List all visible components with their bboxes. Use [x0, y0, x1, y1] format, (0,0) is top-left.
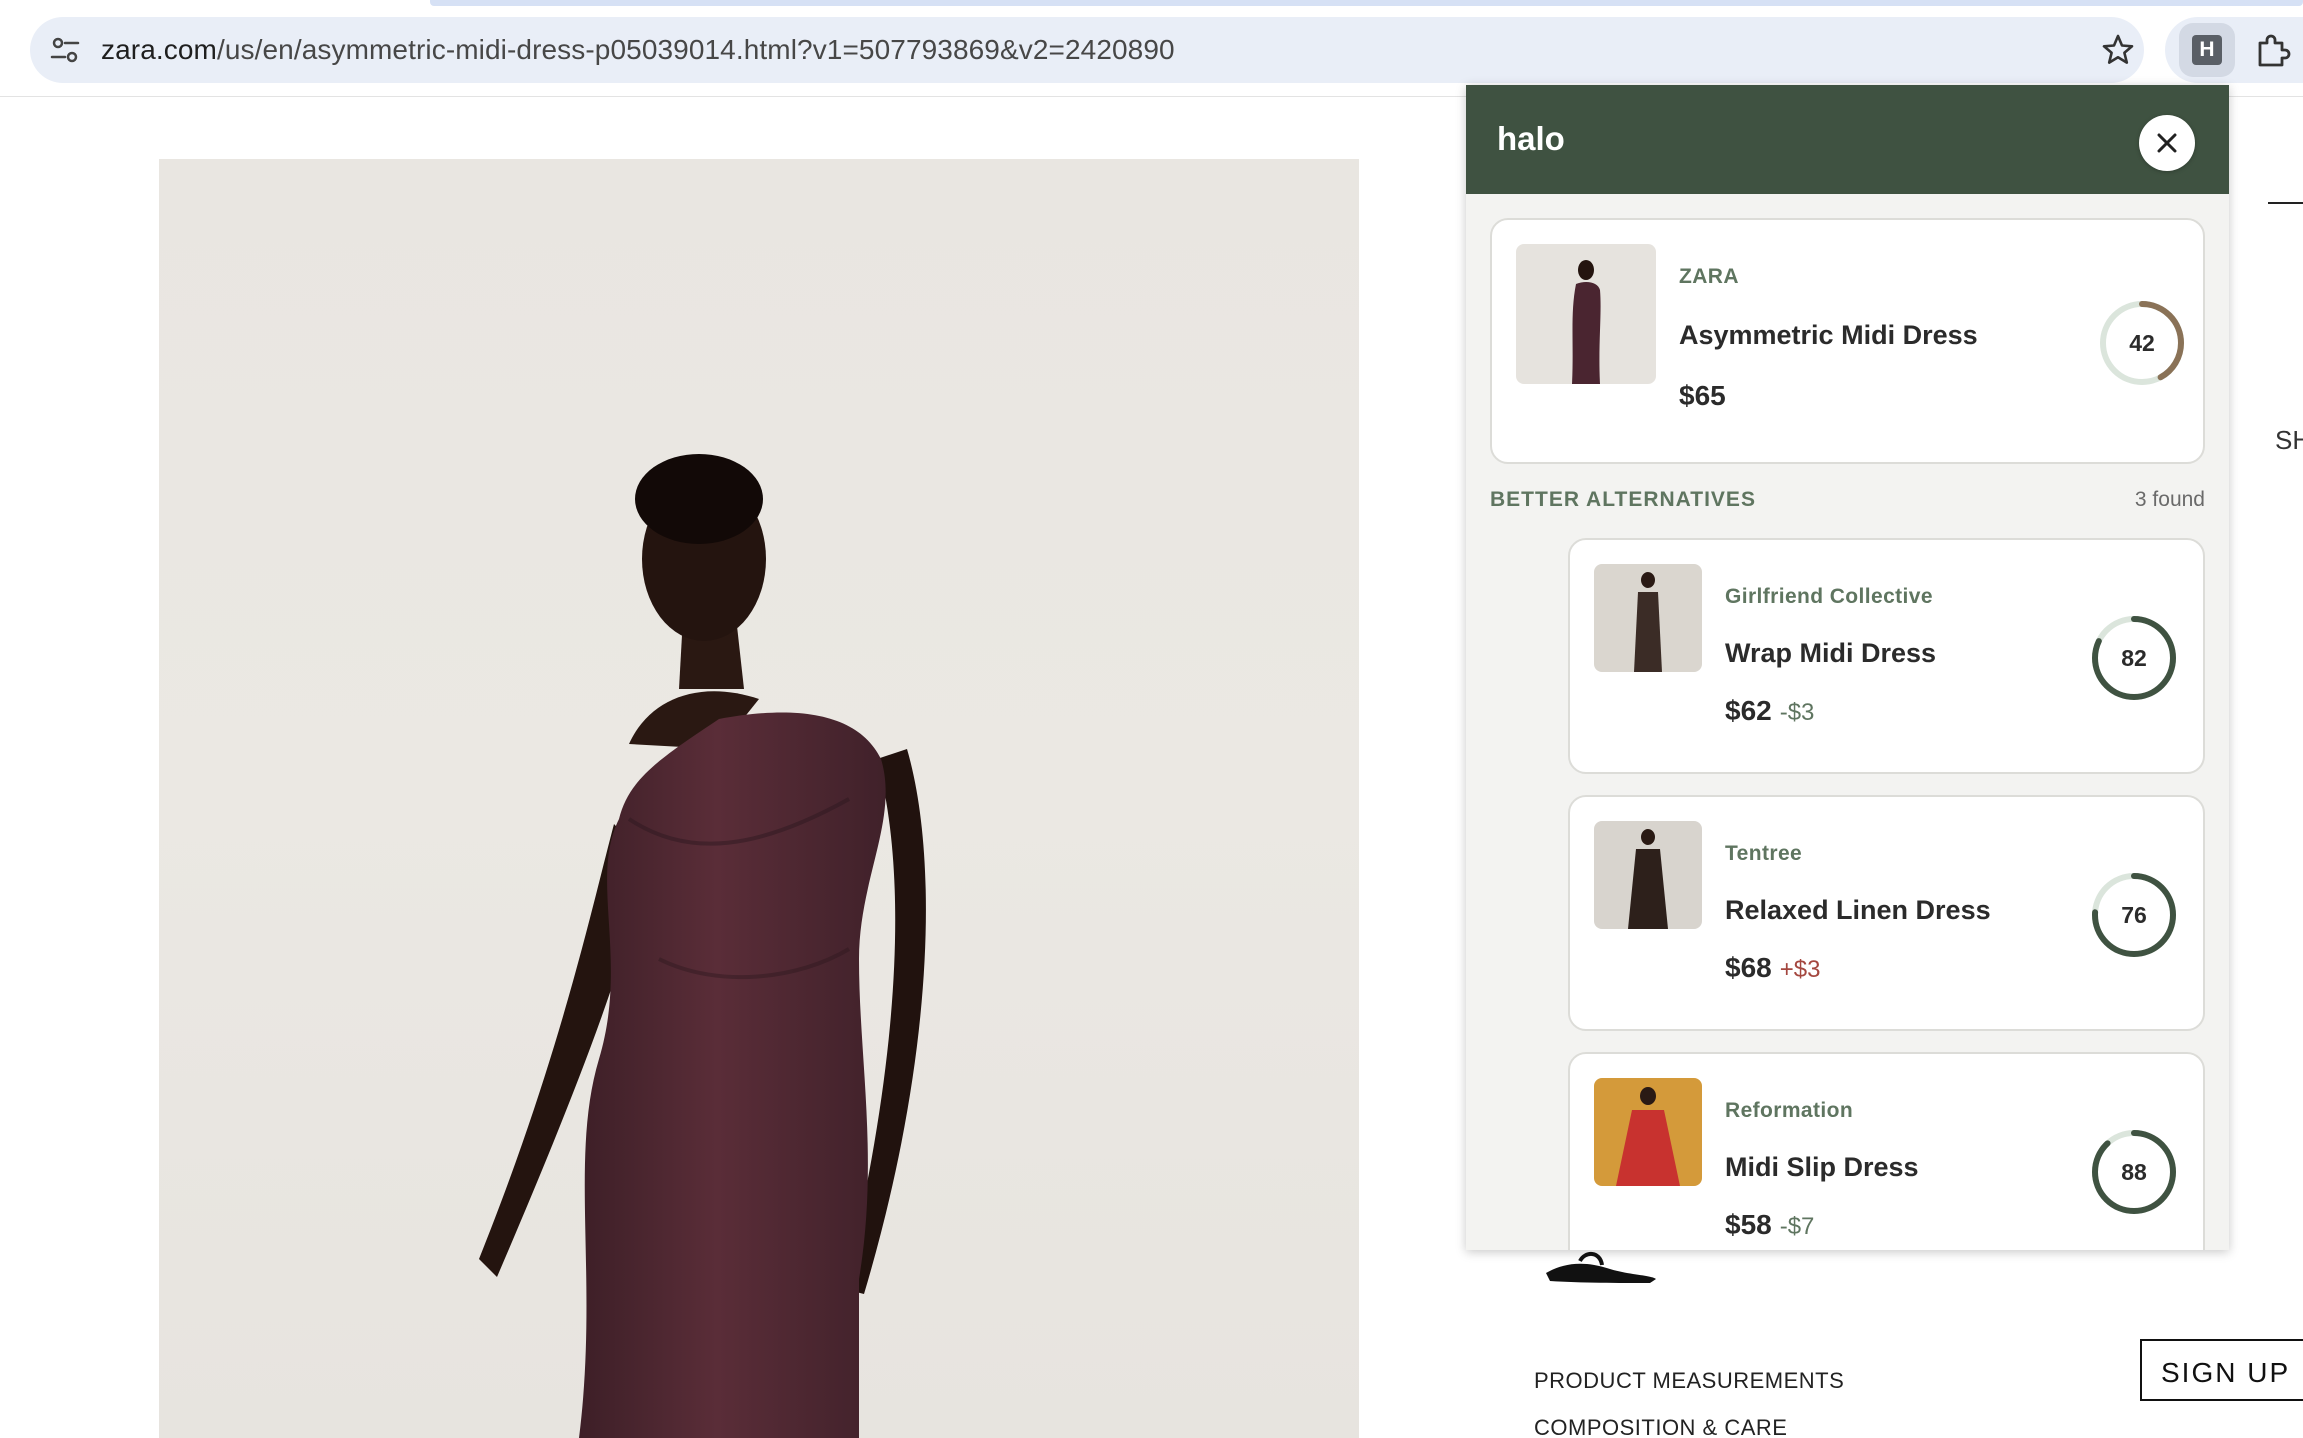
close-button[interactable]	[2139, 115, 2195, 171]
brand-label: ZARA	[1679, 265, 1739, 288]
alternative-card[interactable]: Reformation Midi Slip Dress $58 -$7 88	[1568, 1052, 2205, 1250]
product-price: $62 -$3	[1725, 695, 1814, 727]
sandal-thumbnail[interactable]	[1540, 1245, 1660, 1285]
url-path: /us/en/asymmetric-midi-dress-p05039014.h…	[216, 34, 1175, 65]
sustainability-score-ring: 88	[2089, 1127, 2179, 1217]
current-product-card[interactable]: ZARA Asymmetric Midi Dress $65 42	[1490, 218, 2205, 464]
close-icon	[2157, 133, 2177, 153]
halo-extension-icon[interactable]: H	[2179, 23, 2235, 77]
alternatives-heading: BETTER ALTERNATIVES	[1490, 488, 1756, 511]
extension-group: H	[2165, 17, 2303, 83]
product-price: $58 -$7	[1725, 1209, 1814, 1241]
alternative-card[interactable]: Tentree Relaxed Linen Dress $68 +$3 76	[1568, 795, 2205, 1031]
tune-icon[interactable]	[48, 33, 82, 67]
truncated-text: SH	[2275, 425, 2303, 455]
tab-strip-edge	[430, 0, 2303, 6]
product-name: Wrap Midi Dress	[1725, 638, 1937, 668]
product-price: $68 +$3	[1725, 952, 1820, 984]
sustainability-score-ring: 82	[2089, 613, 2179, 703]
product-measurements-link[interactable]: PRODUCT MEASUREMENTS	[1534, 1368, 1844, 1394]
puzzle-icon[interactable]	[2253, 31, 2291, 69]
price-difference: -$3	[1779, 699, 1815, 726]
score-value: 82	[2121, 645, 2147, 671]
price-difference: -$7	[1779, 1213, 1815, 1240]
product-thumbnail	[1594, 564, 1702, 672]
sustainability-score-ring: 76	[2089, 870, 2179, 960]
score-value: 76	[2121, 902, 2147, 928]
url-host: zara.com	[101, 34, 217, 65]
price-value: $58	[1725, 1209, 1772, 1240]
url-text[interactable]: zara.com/us/en/asymmetric-midi-dress-p05…	[101, 34, 1175, 66]
product-name: Relaxed Linen Dress	[1725, 895, 1991, 925]
signup-button[interactable]: SIGN UP	[2140, 1339, 2303, 1401]
product-name: Midi Slip Dress	[1725, 1152, 1919, 1182]
brand-label: Reformation	[1725, 1099, 1854, 1122]
brand-label: Girlfriend Collective	[1725, 585, 1933, 608]
browser-toolbar: zara.com/us/en/asymmetric-midi-dress-p05…	[0, 0, 2303, 97]
product-image[interactable]	[159, 159, 1359, 1438]
divider-line	[2268, 202, 2303, 204]
product-name: Asymmetric Midi Dress	[1679, 320, 1978, 350]
star-icon[interactable]	[2098, 30, 2138, 70]
product-thumbnail	[1516, 244, 1656, 384]
sustainability-score-ring: 42	[2097, 298, 2187, 388]
score-value: 42	[2129, 330, 2155, 356]
brand-label: Tentree	[1725, 842, 1803, 865]
product-price: $65	[1679, 380, 1726, 411]
product-thumbnail	[1594, 1078, 1702, 1186]
price-value: $68	[1725, 952, 1772, 983]
address-bar[interactable]: zara.com/us/en/asymmetric-midi-dress-p05…	[30, 17, 2144, 83]
score-value: 88	[2121, 1159, 2147, 1185]
model-illustration	[479, 454, 926, 1438]
product-thumbnail	[1594, 821, 1702, 929]
alternatives-count: 3 found	[2134, 488, 2205, 511]
price-value: $62	[1725, 695, 1772, 726]
composition-care-link[interactable]: COMPOSITION & CARE	[1534, 1415, 1787, 1438]
alternative-card[interactable]: Girlfriend Collective Wrap Midi Dress $6…	[1568, 538, 2205, 774]
halo-title: halo	[1497, 120, 1565, 157]
halo-header: halo	[1466, 85, 2229, 194]
halo-panel: halo ZARA Asymmetric Midi Dress $65 42 B…	[1466, 85, 2229, 1250]
price-difference: +$3	[1779, 956, 1821, 983]
